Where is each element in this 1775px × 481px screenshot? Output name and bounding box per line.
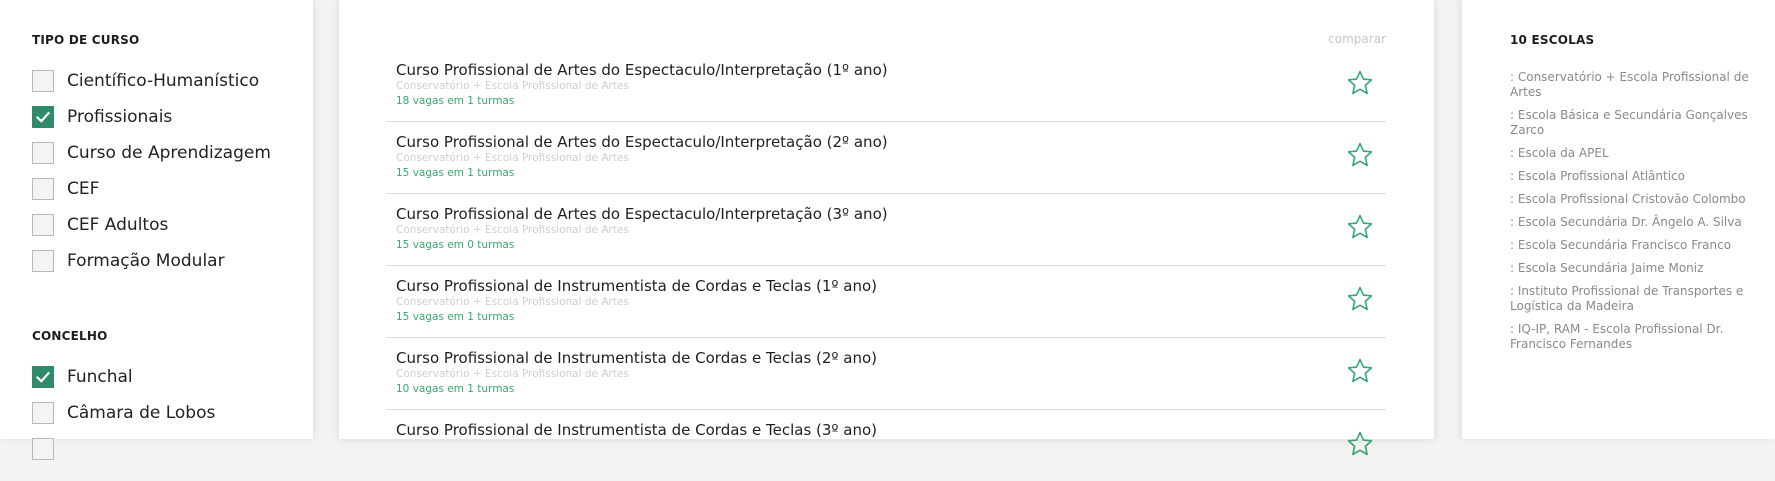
- course-vagas: 15 vagas em 1 turmas: [396, 167, 515, 179]
- course-item[interactable]: Curso Profissional de Instrumentista de …: [386, 337, 1386, 410]
- star-icon[interactable]: [1346, 285, 1374, 313]
- filter-formacao-modular[interactable]: Formação Modular: [32, 248, 225, 274]
- course-list-panel: comparar Curso Profissional de Artes do …: [339, 0, 1434, 456]
- checkbox[interactable]: [32, 178, 54, 200]
- checkbox[interactable]: [32, 250, 54, 272]
- filter-profissionais[interactable]: Profissionais: [32, 104, 172, 130]
- filter-label: Curso de Aprendizagem: [67, 143, 271, 163]
- course-title[interactable]: Curso Profissional de Artes do Espectacu…: [396, 205, 888, 223]
- schools-count-heading: 10 ESCOLAS: [1510, 33, 1595, 47]
- filter-curso-de-aprendizagem[interactable]: Curso de Aprendizagem: [32, 140, 271, 166]
- course-vagas: 15 vagas em 1 turmas: [396, 311, 515, 323]
- course-vagas: 10 vagas em 1 turmas: [396, 383, 515, 395]
- filter-cientifico-humanistico[interactable]: Científico-Humanístico: [32, 68, 259, 94]
- filter-camara-de-lobos[interactable]: Câmara de Lobos: [32, 400, 215, 426]
- checkbox-checked[interactable]: [32, 106, 54, 128]
- star-icon[interactable]: [1346, 69, 1374, 97]
- star-icon[interactable]: [1346, 213, 1374, 241]
- checkbox-checked[interactable]: [32, 366, 54, 388]
- filter-label: Formação Modular: [67, 251, 225, 271]
- course-item[interactable]: Curso Profissional de Artes do Espectacu…: [386, 193, 1386, 266]
- course-item[interactable]: Curso Profissional de Artes do Espectacu…: [386, 49, 1386, 122]
- course-school: Conservatório + Escola Profissional de A…: [396, 368, 629, 380]
- filter-label: Profissionais: [67, 107, 173, 127]
- checkbox[interactable]: [32, 142, 54, 164]
- course-title[interactable]: Curso Profissional de Artes do Espectacu…: [396, 61, 888, 79]
- filter-next-partial[interactable]: [32, 436, 54, 462]
- school-link[interactable]: : Conservatório + Escola Profissional de…: [1510, 70, 1750, 100]
- course-item[interactable]: Curso Profissional de Instrumentista de …: [386, 409, 1386, 481]
- school-link[interactable]: : Escola Profissional Atlântico: [1510, 169, 1750, 184]
- filter-label: Científico-Humanístico: [67, 71, 260, 91]
- course-title[interactable]: Curso Profissional de Instrumentista de …: [396, 421, 877, 439]
- course-vagas: 15 vagas em 0 turmas: [396, 239, 515, 251]
- course-item[interactable]: Curso Profissional de Instrumentista de …: [386, 265, 1386, 338]
- check-icon: [35, 371, 51, 383]
- school-link[interactable]: : Escola Secundária Francisco Franco: [1510, 238, 1750, 253]
- star-icon[interactable]: [1346, 357, 1374, 385]
- checkbox[interactable]: [32, 438, 54, 460]
- school-link[interactable]: : Escola da APEL: [1510, 146, 1750, 161]
- tipo-de-curso-heading: TIPO DE CURSO: [32, 33, 140, 47]
- course-vagas: 18 vagas em 1 turmas: [396, 95, 515, 107]
- concelho-heading: CONCELHO: [32, 329, 108, 343]
- school-link[interactable]: : Escola Básica e Secundária Gonçalves Z…: [1510, 108, 1750, 138]
- schools-panel: 10 ESCOLAS : Conservatório + Escola Prof…: [1462, 0, 1775, 439]
- school-link[interactable]: : Instituto Profissional de Transportes …: [1510, 284, 1750, 314]
- course-title[interactable]: Curso Profissional de Instrumentista de …: [396, 349, 877, 367]
- course-title[interactable]: Curso Profissional de Artes do Espectacu…: [396, 133, 888, 151]
- course-school: Conservatório + Escola Profissional de A…: [396, 224, 629, 236]
- filter-panel: TIPO DE CURSO Científico-Humanístico Pro…: [0, 0, 313, 460]
- school-link[interactable]: : Escola Profissional Cristovão Colombo: [1510, 192, 1750, 207]
- filter-funchal[interactable]: Funchal: [32, 364, 133, 390]
- course-school: Conservatório + Escola Profissional de A…: [396, 80, 629, 92]
- filter-cef-adultos[interactable]: CEF Adultos: [32, 212, 168, 238]
- school-link[interactable]: : Escola Secundária Jaime Moniz: [1510, 261, 1750, 276]
- school-link[interactable]: : IQ-IP, RAM - Escola Profissional Dr. F…: [1510, 322, 1750, 352]
- filter-label: CEF Adultos: [67, 215, 169, 235]
- course-title[interactable]: Curso Profissional de Instrumentista de …: [396, 277, 877, 295]
- checkbox[interactable]: [32, 214, 54, 236]
- checkbox[interactable]: [32, 402, 54, 424]
- school-link[interactable]: : Escola Secundária Dr. Ângelo A. Silva: [1510, 215, 1750, 230]
- filter-label: Funchal: [67, 367, 133, 387]
- filter-label: Câmara de Lobos: [67, 403, 216, 423]
- star-icon[interactable]: [1346, 430, 1374, 458]
- filter-cef[interactable]: CEF: [32, 176, 99, 202]
- school-list: : Conservatório + Escola Profissional de…: [1510, 70, 1750, 360]
- checkbox[interactable]: [32, 70, 54, 92]
- filter-label: CEF: [67, 179, 100, 199]
- course-school: Conservatório + Escola Profissional de A…: [396, 296, 629, 308]
- star-icon[interactable]: [1346, 141, 1374, 169]
- check-icon: [35, 111, 51, 123]
- course-school: Conservatório + Escola Profissional de A…: [396, 152, 629, 164]
- compare-link[interactable]: comparar: [1328, 32, 1386, 46]
- course-item[interactable]: Curso Profissional de Artes do Espectacu…: [386, 121, 1386, 194]
